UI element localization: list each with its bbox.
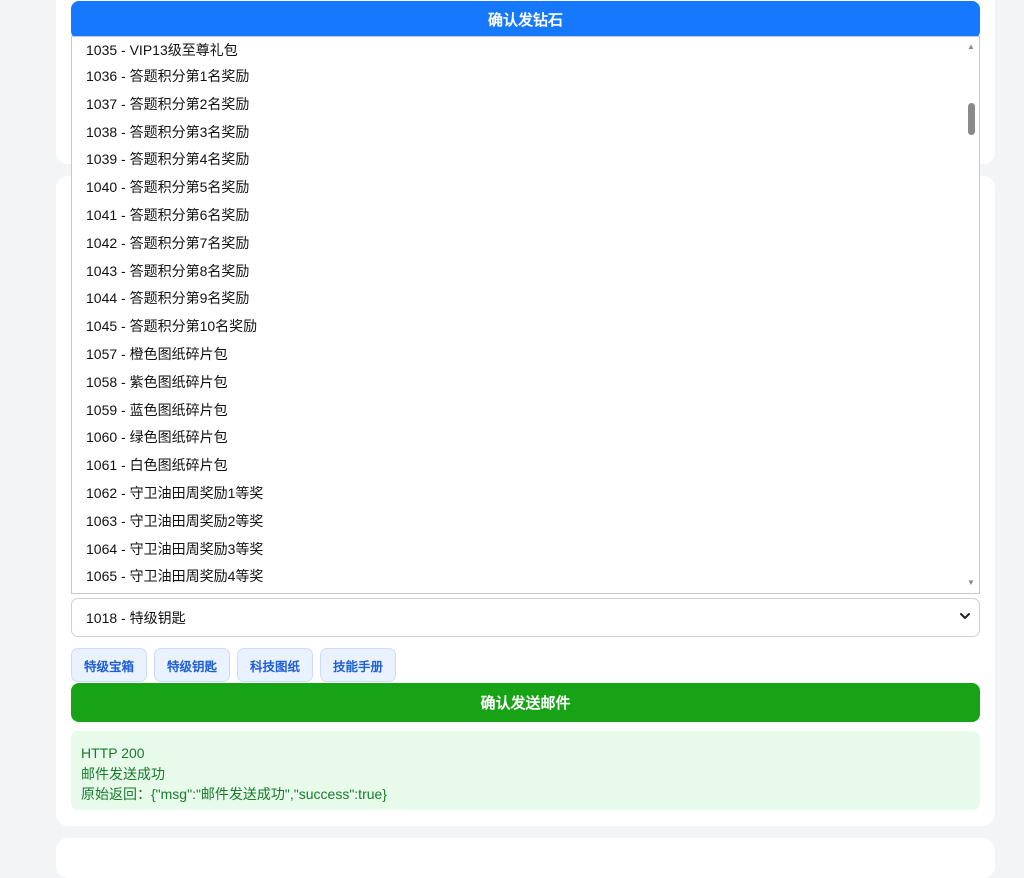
result-box: HTTP 200 邮件发送成功 原始返回：{"msg":"邮件发送成功","su… [71, 731, 980, 810]
scrollbar-thumb[interactable] [968, 103, 975, 135]
confirm-diamond-button[interactable]: 确认发钻石 [71, 1, 980, 39]
result-raw: 原始返回：{"msg":"邮件发送成功","success":true} [81, 786, 387, 802]
result-message: 邮件发送成功 [81, 765, 165, 782]
scroll-up-icon[interactable]: ▲ [963, 40, 979, 54]
quick-select-row: 特级宝箱 特级钥匙 科技图纸 技能手册 [71, 648, 397, 682]
next-panel [56, 838, 995, 878]
list-item[interactable]: 1057 - 橙色图纸碎片包 [72, 341, 979, 369]
list-item[interactable]: 1059 - 蓝色图纸碎片包 [72, 397, 979, 425]
list-item[interactable]: 1058 - 紫色图纸碎片包 [72, 369, 979, 397]
item-select[interactable]: 1018 - 特级钥匙 [71, 598, 980, 637]
listbox-scrollbar[interactable]: ▲ ▼ [963, 37, 979, 593]
item-listbox[interactable]: 1035 - VIP13级至尊礼包 1036 - 答题积分第1名奖励 1037 … [71, 36, 980, 594]
list-item[interactable]: 1065 - 守卫油田周奖励4等奖 [72, 563, 979, 591]
list-item[interactable]: 1062 - 守卫油田周奖励1等奖 [72, 480, 979, 508]
list-item[interactable]: 1039 - 答题积分第4名奖励 [72, 146, 979, 174]
list-item[interactable]: 1035 - VIP13级至尊礼包 [72, 37, 979, 63]
list-item[interactable]: 1060 - 绿色图纸碎片包 [72, 424, 979, 452]
list-item[interactable]: 1040 - 答题积分第5名奖励 [72, 174, 979, 202]
list-item[interactable]: 1044 - 答题积分第9名奖励 [72, 285, 979, 313]
quick-button-super-key[interactable]: 特级钥匙 [154, 648, 231, 682]
quick-button-skill-manual[interactable]: 技能手册 [320, 648, 397, 682]
list-item[interactable]: 1038 - 答题积分第3名奖励 [72, 119, 979, 147]
quick-button-tech-blueprint[interactable]: 科技图纸 [237, 648, 314, 682]
list-item[interactable]: 1045 - 答题积分第10名奖励 [72, 313, 979, 341]
quick-button-super-chest[interactable]: 特级宝箱 [71, 648, 148, 682]
list-item[interactable]: 1043 - 答题积分第8名奖励 [72, 258, 979, 286]
list-item[interactable]: 1063 - 守卫油田周奖励2等奖 [72, 508, 979, 536]
item-list: 1035 - VIP13级至尊礼包 1036 - 答题积分第1名奖励 1037 … [72, 37, 979, 591]
scroll-down-icon[interactable]: ▼ [963, 576, 979, 590]
list-item[interactable]: 1041 - 答题积分第6名奖励 [72, 202, 979, 230]
list-item[interactable]: 1064 - 守卫油田周奖励3等奖 [72, 536, 979, 564]
list-item[interactable]: 1037 - 答题积分第2名奖励 [72, 91, 979, 119]
result-status: HTTP 200 [81, 745, 145, 761]
list-item[interactable]: 1036 - 答题积分第1名奖励 [72, 63, 979, 91]
item-select-value: 1018 - 特级钥匙 [86, 609, 186, 626]
chevron-down-icon [960, 613, 970, 619]
list-item[interactable]: 1042 - 答题积分第7名奖励 [72, 230, 979, 258]
list-item[interactable]: 1061 - 白色图纸碎片包 [72, 452, 979, 480]
send-mail-button[interactable]: 确认发送邮件 [71, 683, 980, 722]
